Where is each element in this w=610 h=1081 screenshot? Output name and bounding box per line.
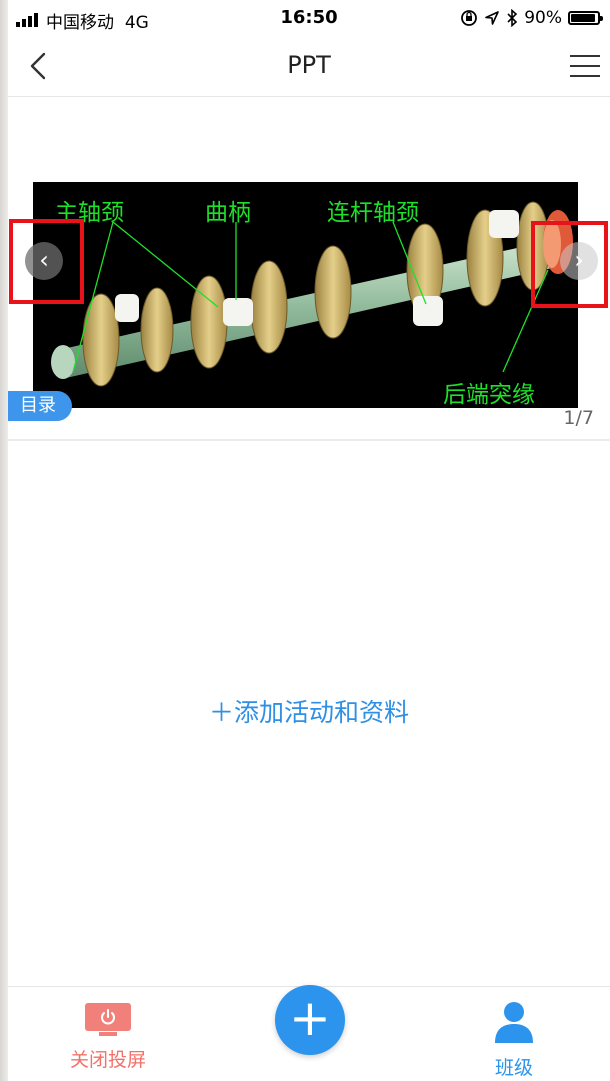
label-rear-flange: 后端突缘: [443, 382, 535, 408]
battery-percent: 90%: [524, 8, 562, 28]
orientation-lock-icon: [461, 10, 478, 26]
page-title: PPT: [287, 51, 331, 79]
close-cast-button[interactable]: 关闭投屏: [58, 1003, 158, 1072]
highlight-box-next: [531, 221, 608, 308]
slide-image: 主轴颈 曲柄 连杆轴颈 后端突缘: [33, 182, 578, 408]
phone-screen: 中国移动 4G 16:50 90% PPT 主轴颈 曲柄 连杆轴颈 后端突缘 ‹…: [8, 0, 610, 1081]
status-bar: 中国移动 4G 16:50 90%: [8, 0, 610, 38]
bottom-tab-bar: 关闭投屏 + 班级: [8, 985, 610, 1081]
class-tab[interactable]: 班级: [464, 999, 564, 1080]
bluetooth-icon: [507, 9, 518, 27]
plus-icon: +: [289, 989, 331, 1047]
close-cast-label: 关闭投屏: [69, 1049, 146, 1071]
add-activity-link[interactable]: ＋添加活动和资料: [8, 693, 610, 729]
background-edge: [0, 0, 8, 1081]
status-right: 90%: [460, 8, 603, 28]
toc-button[interactable]: 目录: [8, 391, 72, 421]
class-label: 班级: [494, 1057, 533, 1079]
location-icon: [485, 11, 500, 25]
label-crank: 曲柄: [205, 200, 251, 226]
menu-button[interactable]: [568, 52, 602, 80]
page-indicator: 1/7: [563, 407, 594, 429]
monitor-power-icon: [85, 1003, 131, 1037]
user-icon: [495, 1002, 533, 1043]
highlight-box-prev: [9, 219, 84, 304]
slide-viewer: 主轴颈 曲柄 连杆轴颈 后端突缘 ‹ › 目录 1/7: [8, 97, 610, 441]
label-rod-journal: 连杆轴颈: [327, 200, 419, 226]
battery-icon: [568, 11, 603, 25]
nav-bar: PPT: [8, 38, 610, 97]
add-button[interactable]: +: [275, 985, 345, 1055]
